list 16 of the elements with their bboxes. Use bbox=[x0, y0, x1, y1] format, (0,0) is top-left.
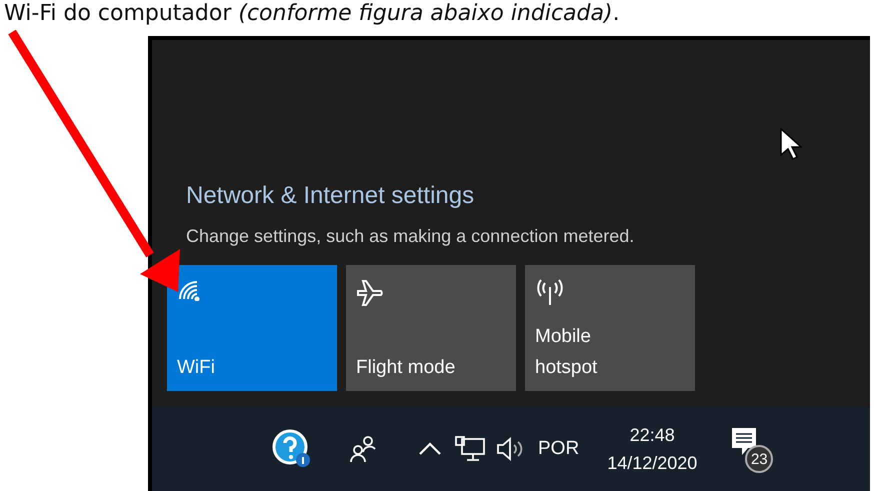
caption-text: Wi-Fi do computador (conforme figura abaixo indicada). bbox=[4, 0, 620, 28]
settings-description: Change settings, such as making a connection metered. bbox=[186, 226, 634, 247]
network-icon[interactable] bbox=[454, 435, 486, 463]
people-icon[interactable] bbox=[348, 435, 378, 463]
quick-action-tile[interactable]: Flight mode bbox=[346, 265, 516, 391]
clock[interactable]: 22:48 14/12/2020 bbox=[607, 421, 698, 477]
wifi-icon bbox=[177, 279, 201, 301]
language-indicator[interactable]: POR bbox=[538, 438, 580, 460]
antenna-icon bbox=[535, 279, 565, 307]
quick-action-tile[interactable]: Mobile hotspot bbox=[525, 265, 695, 391]
notification-count: 23 bbox=[745, 445, 774, 473]
mouse-cursor-icon bbox=[780, 128, 802, 160]
help-icon[interactable] bbox=[272, 429, 312, 469]
quick-action-tile[interactable]: WiFi bbox=[167, 265, 337, 391]
caret-up-icon[interactable] bbox=[418, 442, 442, 456]
settings-link[interactable]: Network & Internet settings bbox=[186, 182, 474, 210]
